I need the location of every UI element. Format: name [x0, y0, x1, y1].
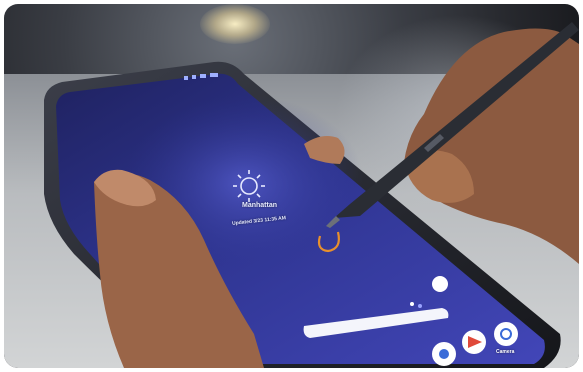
weather-location: Manhattan: [242, 202, 277, 209]
page-indicator-dot: [410, 302, 414, 306]
search-widget-g-icon[interactable]: [432, 276, 448, 292]
photo-frame: Manhattan Updated 3/23 11:35 AM Camera: [4, 4, 579, 368]
app-icon-camera[interactable]: [494, 322, 518, 346]
camera-label: Camera: [496, 349, 515, 355]
chrome-icon: [439, 349, 449, 359]
page-indicator-dot: [418, 304, 422, 308]
smartphone: [44, 22, 579, 368]
